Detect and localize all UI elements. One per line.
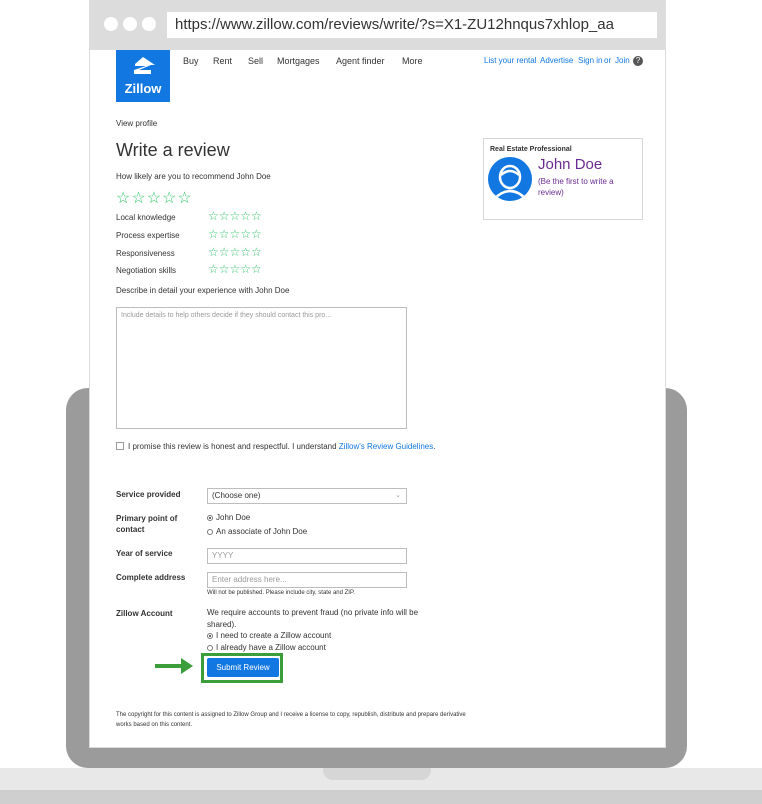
contact-label: Primary point of contact — [116, 514, 178, 534]
nav-rent[interactable]: Rent — [213, 56, 232, 66]
service-label: Service provided — [116, 490, 181, 499]
review-guidelines-link[interactable]: Zillow's Review Guidelines — [339, 442, 433, 451]
window-dot-icon[interactable] — [123, 17, 137, 31]
promise-checkbox[interactable] — [116, 442, 124, 450]
process-expertise-stars[interactable]: ☆☆☆☆☆ — [208, 227, 262, 241]
advertise-link[interactable]: Advertise — [540, 56, 573, 65]
radio-empty-icon — [207, 645, 213, 651]
contact-option-associate[interactable]: An associate of John Doe — [207, 527, 307, 536]
category-label: Process expertise — [116, 231, 180, 240]
account-option-create[interactable]: I need to create a Zillow account — [207, 631, 331, 640]
window-dot-icon[interactable] — [104, 17, 118, 31]
help-icon[interactable]: ? — [633, 56, 643, 66]
agent-name[interactable]: John Doe — [538, 156, 602, 173]
address-note: Will not be published. Please include ci… — [207, 590, 355, 596]
address-label: Complete address — [116, 573, 186, 582]
nav-more[interactable]: More — [402, 56, 423, 66]
promise-text: I promise this review is honest and resp… — [116, 441, 436, 453]
page-title: Write a review — [116, 140, 230, 160]
account-option-label: I need to create a Zillow account — [216, 631, 332, 640]
avatar[interactable] — [488, 157, 532, 201]
local-knowledge-stars[interactable]: ☆☆☆☆☆ — [208, 209, 262, 223]
page-content: Zillow Buy Rent Sell Mortgages Agent fin… — [90, 50, 665, 747]
recommend-question: How likely are you to recommend John Doe — [116, 172, 271, 181]
service-select-value: (Choose one) — [212, 491, 261, 500]
sign-in-link[interactable]: Sign in — [578, 56, 602, 65]
review-textarea[interactable]: Include details to help others decide if… — [116, 307, 407, 429]
radio-selected-icon — [207, 515, 213, 521]
browser-chrome: https://www.zillow.com/reviews/write/?s=… — [90, 0, 665, 50]
nav-agent-finder[interactable]: Agent finder — [336, 56, 385, 66]
pointer-arrow-icon — [155, 664, 181, 668]
nav-mortgages[interactable]: Mortgages — [277, 56, 320, 66]
window-dot-icon[interactable] — [142, 17, 156, 31]
browser-window: https://www.zillow.com/reviews/write/?s=… — [90, 0, 665, 747]
negotiation-skills-stars[interactable]: ☆☆☆☆☆ — [208, 262, 262, 276]
laptop-notch — [323, 768, 431, 780]
agent-card: Real Estate Professional John Doe (Be th… — [483, 138, 643, 220]
view-profile-link[interactable]: View profile — [116, 119, 157, 128]
join-link[interactable]: Join — [615, 56, 630, 65]
contact-option-label: An associate of John Doe — [216, 527, 308, 536]
agent-review-prompt[interactable]: (Be the first to write a review) — [538, 176, 638, 198]
nav-sell[interactable]: Sell — [248, 56, 263, 66]
year-input[interactable]: YYYY — [207, 548, 407, 564]
service-select[interactable]: (Choose one) ⌄ — [207, 488, 407, 504]
contact-option-label: John Doe — [216, 513, 251, 522]
pointer-arrow-head-icon — [181, 658, 193, 674]
radio-empty-icon — [207, 529, 213, 535]
zillow-house-icon — [134, 57, 155, 74]
nav-buy[interactable]: Buy — [183, 56, 199, 66]
account-text: We require accounts to prevent fraud (no… — [207, 608, 419, 629]
promise-end: . — [433, 442, 436, 451]
person-icon — [493, 164, 527, 200]
category-label: Local knowledge — [116, 213, 176, 222]
account-option-label: I already have a Zillow account — [216, 643, 326, 652]
url-bar[interactable]: https://www.zillow.com/reviews/write/?s=… — [167, 12, 657, 38]
promise-statement: I promise this review is honest and resp… — [128, 442, 337, 451]
describe-label: Describe in detail your experience with … — [116, 286, 290, 295]
chevron-down-icon: ⌄ — [395, 492, 401, 499]
copyright-footer: The copyright for this content is assign… — [116, 712, 466, 728]
radio-selected-icon — [207, 633, 213, 639]
overall-rating-stars[interactable]: ☆☆☆☆☆ — [116, 188, 193, 208]
category-label: Negotiation skills — [116, 266, 177, 275]
laptop-foot — [0, 790, 762, 804]
zillow-logo[interactable]: Zillow — [116, 50, 170, 102]
year-label: Year of service — [116, 549, 173, 558]
logo-text: Zillow — [124, 81, 162, 96]
account-label: Zillow Account — [116, 609, 173, 618]
address-input[interactable]: Enter address here... — [207, 572, 407, 588]
account-option-existing[interactable]: I already have a Zillow account — [207, 643, 326, 652]
contact-option-john[interactable]: John Doe — [207, 513, 250, 522]
or-text: or — [604, 56, 612, 65]
agent-card-label: Real Estate Professional — [490, 146, 572, 153]
list-rental-link[interactable]: List your rental — [484, 56, 536, 65]
submit-review-button[interactable]: Submit Review — [207, 658, 279, 677]
category-label: Responsiveness — [116, 249, 175, 258]
responsiveness-stars[interactable]: ☆☆☆☆☆ — [208, 245, 262, 259]
